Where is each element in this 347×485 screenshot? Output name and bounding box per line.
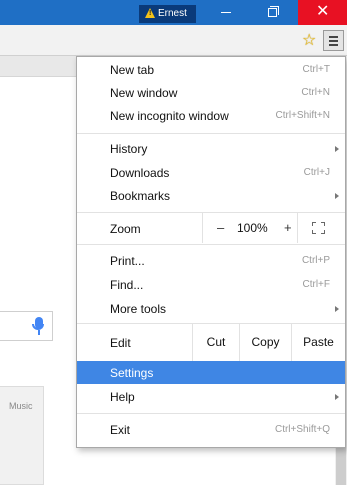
menu-item-exit[interactable]: Exit Ctrl+Shift+Q xyxy=(77,418,345,441)
tile-label: Music xyxy=(9,401,33,411)
cut-button[interactable]: Cut xyxy=(192,324,239,361)
fullscreen-icon xyxy=(312,222,325,234)
microphone-icon[interactable] xyxy=(32,317,44,335)
menu-item-print[interactable]: Print... Ctrl+P xyxy=(77,249,345,272)
zoom-label: Zoom xyxy=(110,222,141,236)
star-icon[interactable]: ☆ xyxy=(302,33,316,49)
menu-item-label: New tab xyxy=(110,63,155,77)
title-bar: Ernest ✕ xyxy=(0,0,347,25)
menu-item-find[interactable]: Find... Ctrl+F xyxy=(77,273,345,296)
menu-item-new-incognito-window[interactable]: New incognito window Ctrl+Shift+N xyxy=(77,104,345,127)
menu-item-label: Find... xyxy=(110,278,144,292)
menu-item-label: Help xyxy=(110,390,135,404)
profile-name: Ernest xyxy=(158,8,187,19)
menu-item-label: Print... xyxy=(110,254,145,268)
restore-icon-front xyxy=(268,8,277,17)
menu-item-downloads[interactable]: Downloads Ctrl+J xyxy=(77,161,345,184)
restore-button[interactable] xyxy=(249,0,295,25)
menu-item-shortcut: Ctrl+N xyxy=(301,87,330,98)
menu-item-new-window[interactable]: New window Ctrl+N xyxy=(77,81,345,104)
minimize-button[interactable] xyxy=(203,0,249,25)
menu-item-label: Downloads xyxy=(110,166,170,180)
menu-item-help[interactable]: Help xyxy=(77,385,345,408)
menu-item-label: More tools xyxy=(110,302,167,316)
menu-separator xyxy=(77,133,345,134)
submenu-arrow-icon xyxy=(335,394,339,400)
search-box[interactable] xyxy=(0,311,53,341)
fullscreen-button[interactable] xyxy=(297,213,346,243)
menu-item-bookmarks[interactable]: Bookmarks xyxy=(77,184,345,207)
menu-separator xyxy=(77,413,345,414)
zoom-level: 100% xyxy=(237,221,268,235)
submenu-arrow-icon xyxy=(335,146,339,152)
chrome-menu: New tab Ctrl+T New window Ctrl+N New inc… xyxy=(76,56,346,448)
menu-row-edit: Edit Cut Copy Paste xyxy=(77,324,345,361)
menu-item-shortcut: Ctrl+T xyxy=(302,64,331,75)
close-icon: ✕ xyxy=(316,3,330,20)
menu-item-label: History xyxy=(110,142,148,156)
submenu-arrow-icon xyxy=(335,306,339,312)
menu-item-label: New window xyxy=(110,86,178,100)
menu-row-zoom: Zoom – 100% + xyxy=(77,213,345,243)
browser-toolbar: ☆ xyxy=(0,25,347,56)
copy-button[interactable]: Copy xyxy=(239,324,291,361)
music-tile[interactable]: Music xyxy=(0,386,44,485)
paste-button[interactable]: Paste xyxy=(291,324,345,361)
menu-item-label: Bookmarks xyxy=(110,189,171,203)
menu-item-label: Exit xyxy=(110,423,131,437)
menu-item-settings[interactable]: Settings xyxy=(77,361,345,384)
chrome-menu-button[interactable] xyxy=(323,30,344,51)
close-button[interactable]: ✕ xyxy=(298,0,347,25)
hamburger-icon xyxy=(329,36,338,38)
menu-item-shortcut: Ctrl+Shift+N xyxy=(275,110,330,121)
zoom-in-button[interactable]: + xyxy=(284,220,292,235)
submenu-arrow-icon xyxy=(335,193,339,199)
zoom-control: – 100% + xyxy=(202,213,345,243)
menu-item-new-tab[interactable]: New tab Ctrl+T xyxy=(77,58,345,81)
menu-item-label: New incognito window xyxy=(110,109,229,123)
menu-item-shortcut: Ctrl+Shift+Q xyxy=(274,424,330,435)
menu-item-shortcut: Ctrl+F xyxy=(302,279,331,290)
menu-separator xyxy=(77,244,345,245)
menu-item-history[interactable]: History xyxy=(77,137,345,160)
warning-icon xyxy=(145,8,155,18)
menu-item-shortcut: Ctrl+P xyxy=(301,255,330,266)
menu-item-label: Settings xyxy=(110,366,154,380)
menu-item-more-tools[interactable]: More tools xyxy=(77,297,345,320)
edit-label: Edit xyxy=(110,336,131,350)
zoom-out-button[interactable]: – xyxy=(217,220,224,235)
profile-button[interactable]: Ernest xyxy=(139,5,196,23)
menu-item-shortcut: Ctrl+J xyxy=(303,167,330,178)
